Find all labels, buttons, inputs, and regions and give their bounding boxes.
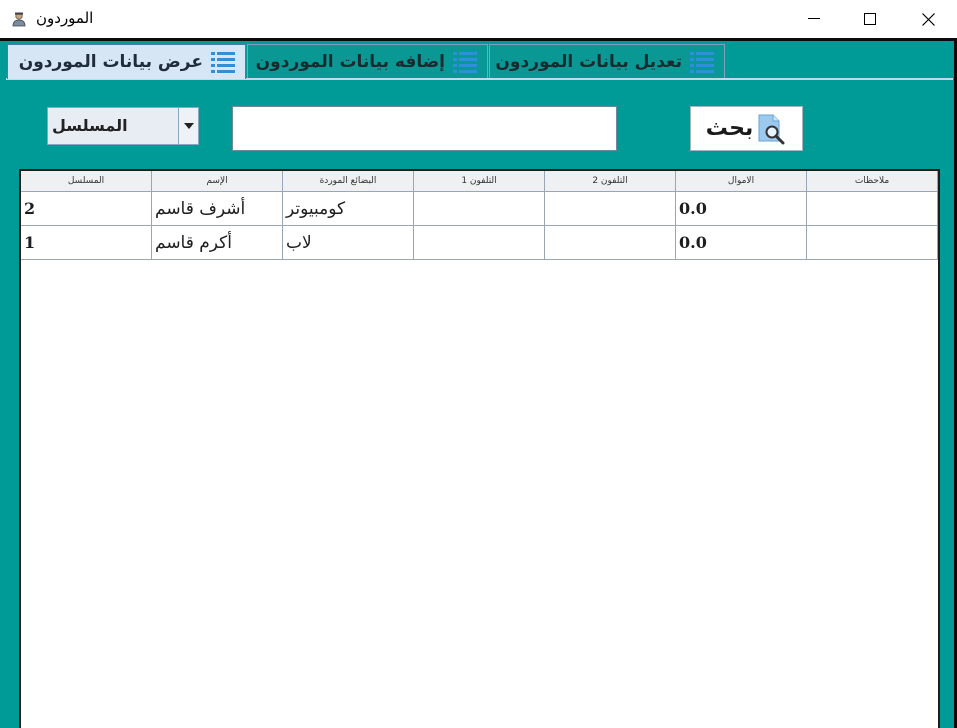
cell-money[interactable]: 0.0 xyxy=(676,192,807,226)
table-header: المسلسل الإسم البضائع الموردة التلفون 1 … xyxy=(21,171,938,192)
tab-label: عرض بيانات الموردون xyxy=(18,52,203,72)
column-header-phone2[interactable]: التلفون 2 xyxy=(545,171,676,192)
column-header-goods[interactable]: البضائع الموردة xyxy=(283,171,414,192)
tab-label: إضافه بيانات الموردون xyxy=(255,51,445,72)
list-icon xyxy=(211,52,235,73)
cell-phone2[interactable] xyxy=(545,226,676,260)
list-icon xyxy=(690,51,714,73)
cell-money[interactable]: 0.0 xyxy=(676,226,807,260)
window-title: الموردون xyxy=(36,9,94,27)
cell-notes[interactable] xyxy=(807,226,938,260)
cell-serial[interactable]: 1 xyxy=(21,226,152,260)
search-field-select[interactable]: المسلسل xyxy=(47,107,199,145)
table-row[interactable]: 2 أشرف قاسم كومبيوتر 0.0 xyxy=(21,192,938,226)
table-row[interactable]: 1 أكرم قاسم لاب 0.0 xyxy=(21,226,938,260)
list-icon xyxy=(453,51,477,73)
cell-phone1[interactable] xyxy=(414,226,545,260)
search-button-label: بحث xyxy=(705,116,754,141)
user-icon xyxy=(12,12,26,27)
search-button[interactable]: بحث xyxy=(690,106,803,151)
dropdown-button[interactable] xyxy=(178,108,198,144)
cell-notes[interactable] xyxy=(807,192,938,226)
cell-name[interactable]: أشرف قاسم xyxy=(152,192,283,226)
tab-edit-suppliers[interactable]: تعديل بيانات الموردون xyxy=(489,44,725,78)
close-icon xyxy=(921,12,935,26)
cell-phone1[interactable] xyxy=(414,192,545,226)
suppliers-table: المسلسل الإسم البضائع الموردة التلفون 1 … xyxy=(19,169,940,728)
column-header-name[interactable]: الإسم xyxy=(152,171,283,192)
search-document-icon xyxy=(758,114,785,144)
maximize-icon xyxy=(864,13,876,25)
close-button[interactable] xyxy=(905,0,951,38)
column-header-notes[interactable]: ملاحظات xyxy=(807,171,938,192)
cell-name[interactable]: أكرم قاسم xyxy=(152,226,283,260)
cell-goods[interactable]: كومبيوتر xyxy=(283,192,414,226)
tab-label: تعديل بيانات الموردون xyxy=(495,51,682,72)
column-header-serial[interactable]: المسلسل xyxy=(21,171,152,192)
cell-serial[interactable]: 2 xyxy=(21,192,152,226)
minimize-button[interactable] xyxy=(791,0,837,38)
cell-phone2[interactable] xyxy=(545,192,676,226)
title-bar: الموردون xyxy=(0,0,957,38)
column-header-money[interactable]: الاموال xyxy=(676,171,807,192)
search-input[interactable] xyxy=(232,106,617,151)
maximize-button[interactable] xyxy=(847,0,893,38)
tab-add-suppliers[interactable]: إضافه بيانات الموردون xyxy=(247,44,488,78)
column-header-phone1[interactable]: التلفون 1 xyxy=(414,171,545,192)
minimize-icon xyxy=(808,18,820,19)
cell-goods[interactable]: لاب xyxy=(283,226,414,260)
chevron-down-icon xyxy=(183,123,194,129)
tab-view-suppliers[interactable]: عرض بيانات الموردون xyxy=(7,44,246,79)
select-value: المسلسل xyxy=(52,116,128,135)
